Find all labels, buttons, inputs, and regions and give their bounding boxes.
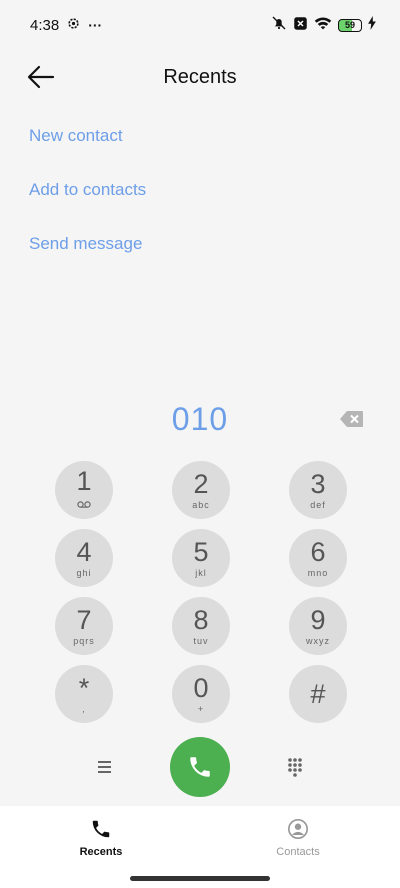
more-indicator: ··· [88,17,103,33]
key-digit: 8 [193,605,209,635]
key-8[interactable]: 8 tuv [172,597,230,655]
keypad: 1 2 abc 3 def 4 ghi 5 jkl 6 mno 7 pqrs 8… [55,461,347,725]
key-3[interactable]: 3 def [289,461,347,519]
key-letters: , [82,704,86,714]
key-letters: def [310,500,326,510]
phone-icon [92,820,110,838]
key-hash[interactable]: # [289,665,347,723]
status-bar: 4:38 ··· 59 [0,0,400,50]
key-0[interactable]: 0 + [172,665,230,723]
key-digit: 3 [310,469,326,499]
backspace-button[interactable] [340,410,364,428]
key-5[interactable]: 5 jkl [172,529,230,587]
key-digit: 4 [76,537,92,567]
key-letters: jkl [195,568,207,578]
key-digit: 2 [193,469,209,499]
key-1[interactable]: 1 [55,461,113,519]
key-letters: ghi [76,568,92,578]
send-message-link[interactable]: Send message [29,234,142,254]
nav-tab-recents[interactable]: Recents [51,818,151,858]
key-star[interactable]: * , [55,665,113,723]
phone-icon [190,757,210,777]
hamburger-icon [98,761,111,773]
key-4[interactable]: 4 ghi [55,529,113,587]
menu-button[interactable] [96,759,114,775]
key-digit: 7 [76,605,92,635]
charging-icon [368,16,376,34]
key-6[interactable]: 6 mno [289,529,347,587]
key-letters: tuv [193,636,209,646]
bell-off-icon [271,15,287,35]
key-digit: # [310,679,326,709]
page-title: Recents [163,65,237,88]
key-9[interactable]: 9 wxyz [289,597,347,655]
key-letters: + [197,704,205,714]
new-contact-link[interactable]: New contact [29,126,123,146]
add-to-contacts-link[interactable]: Add to contacts [29,180,146,200]
key-digit: 9 [310,605,326,635]
status-right: 59 [271,15,376,35]
key-digit: 6 [310,537,326,567]
battery-icon: 59 [338,18,362,32]
gear-icon [67,17,80,34]
call-button[interactable] [170,737,230,797]
key-7[interactable]: 7 pqrs [55,597,113,655]
home-indicator[interactable] [130,876,270,881]
key-letters: mno [307,568,329,578]
key-2[interactable]: 2 abc [172,461,230,519]
key-letters: wxyz [306,636,330,646]
status-left: 4:38 ··· [30,17,102,34]
dialpad-toggle-button[interactable] [287,757,303,777]
nav-tab-contacts[interactable]: Contacts [248,818,348,858]
key-digit: 0 [193,673,209,703]
dialpad-icon [288,758,302,777]
dialer-actions [0,737,400,797]
back-button[interactable] [26,64,56,90]
nav-label: Recents [79,846,123,858]
nav-label: Contacts [276,846,320,858]
arrow-left-icon [27,65,55,89]
key-digit: 1 [76,466,92,496]
no-sim-icon [293,16,308,35]
wifi-icon [314,16,332,34]
key-digit: 5 [193,537,209,567]
header: Recents [0,56,400,98]
person-icon [288,819,308,839]
key-letters: abc [192,500,210,510]
voicemail-icon [77,495,91,513]
battery-level: 59 [344,20,355,30]
key-digit: * [78,673,90,703]
key-letters: pqrs [73,636,95,646]
backspace-icon [340,411,363,427]
status-time: 4:38 [30,16,60,34]
